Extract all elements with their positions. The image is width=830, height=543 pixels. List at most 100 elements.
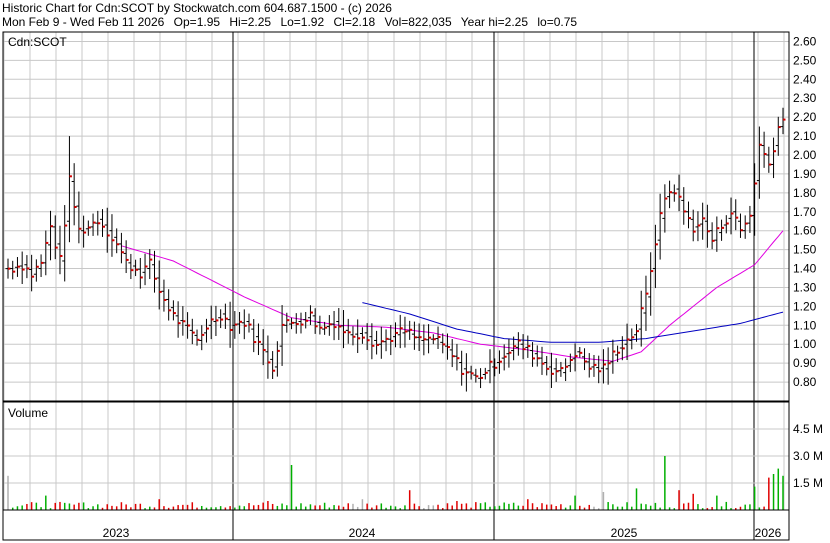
- ohlc-bar: [771, 137, 777, 179]
- ohlc-bar: [728, 197, 734, 235]
- ohlc-bar: [213, 305, 219, 337]
- ohlc-bar: [709, 222, 715, 250]
- ohlc-bar: [322, 321, 328, 335]
- ohlc-bar: [591, 354, 597, 377]
- ohlc-bar: [62, 205, 68, 282]
- ohlc-bar: [10, 260, 16, 280]
- ohlc-bar: [374, 330, 380, 355]
- ohlc-bar: [255, 323, 261, 356]
- ohlc-bar: [643, 275, 649, 331]
- volume-panel-label: Volume: [8, 406, 48, 420]
- price-tick-label: 1.40: [793, 262, 817, 276]
- ohlc-bar: [690, 209, 696, 242]
- ohlc-bar: [742, 215, 748, 239]
- ohlc-bar: [109, 214, 115, 257]
- price-tick-label: 1.00: [793, 337, 817, 351]
- ohlc-bar: [246, 313, 252, 333]
- price-grid: [3, 32, 789, 540]
- ohlc-bar: [166, 289, 172, 321]
- ohlc-bar: [402, 316, 408, 348]
- price-tick-label: 2.40: [793, 72, 817, 86]
- ohlc-bar: [270, 351, 276, 379]
- ohlc-bar: [76, 191, 82, 244]
- ohlc-bar: [336, 308, 342, 340]
- ohlc-bar: [48, 210, 54, 261]
- ohlc-bar: [482, 367, 488, 380]
- price-tick-label: 2.30: [793, 91, 817, 105]
- ohlc-bar: [298, 312, 304, 334]
- ohlc-bar: [780, 107, 786, 135]
- ohlc-bar: [350, 326, 356, 346]
- ohlc-bar: [435, 326, 441, 350]
- ohlc-bar: [737, 213, 743, 238]
- ohlc-bar: [189, 318, 195, 345]
- ohlc-bar: [170, 300, 176, 321]
- ohlc-bar: [586, 353, 592, 378]
- volume-tick-label: 4.5 M: [793, 422, 823, 436]
- ohlc-bar: [24, 255, 30, 279]
- price-tick-label: 2.50: [793, 53, 817, 67]
- price-tick-label: 2.60: [793, 34, 817, 48]
- ohlc-bar: [582, 348, 588, 371]
- ohlc-bar: [520, 334, 526, 360]
- ohlc-bar: [260, 329, 266, 366]
- ohlc-bar: [5, 258, 11, 279]
- ohlc-bar: [638, 290, 644, 347]
- ohlc-bar: [203, 318, 209, 343]
- price-tick-label: 1.50: [793, 243, 817, 257]
- ohlc-bar: [137, 257, 143, 289]
- ohlc-bar: [194, 329, 200, 346]
- ohlc-bar: [100, 209, 106, 237]
- ohlc-bar: [761, 131, 767, 168]
- ohlc-bar: [714, 216, 720, 252]
- ohlc-bar: [733, 199, 739, 231]
- price-volume-chart: 0.80 0.90 1.00 1.10 1.20 1.30 1.40 1.50 1.60 1.70…: [2, 31, 823, 541]
- ohlc-bar: [553, 358, 559, 382]
- ohlc-bar: [695, 211, 701, 242]
- ohlc-bar: [629, 328, 635, 350]
- ohlc-bar: [85, 220, 91, 236]
- ohlc-bar: [307, 305, 313, 326]
- price-tick-label: 1.30: [793, 280, 817, 294]
- ohlc-bar: [487, 349, 493, 384]
- ohlc-bar: [667, 180, 673, 209]
- ohlc-bar: [274, 341, 280, 377]
- ohlc-bar: [14, 257, 20, 277]
- year-label: 2025: [611, 526, 638, 540]
- ohlc-bar: [208, 305, 214, 340]
- ohlc-bar: [544, 355, 550, 376]
- ohlc-bar: [685, 201, 691, 229]
- ohlc-bar: [378, 326, 384, 359]
- ohlc-bar: [421, 324, 427, 356]
- ohlc-bar: [563, 358, 569, 382]
- ohlc-bar: [38, 254, 44, 278]
- ohlc-bar: [463, 353, 469, 392]
- price-tick-label: 1.60: [793, 224, 817, 238]
- price-tick-label: 0.90: [793, 356, 817, 370]
- ohlc-bar: [128, 253, 134, 280]
- ohlc-bar: [501, 344, 507, 371]
- ohlc-bar: [605, 347, 611, 385]
- ohlc-bar: [71, 163, 77, 226]
- ohlc-bar: [473, 368, 479, 383]
- ohlc-bar: [539, 346, 545, 375]
- ohlc-bar: [558, 361, 564, 377]
- ohlc-bar: [440, 333, 446, 354]
- volume-tick-label: 3.0 M: [793, 449, 823, 463]
- ohlc-bar: [227, 301, 233, 348]
- ohlc-bar: [241, 309, 247, 340]
- ohlc-bar: [468, 365, 474, 380]
- ohlc-bar: [388, 325, 394, 356]
- ohlc-bar: [383, 329, 389, 352]
- moving-average-long: [362, 302, 784, 343]
- year-label: 2023: [103, 526, 130, 540]
- price-tick-label: 1.80: [793, 186, 817, 200]
- ohlc-bar: [577, 346, 583, 358]
- price-tick-label: 2.00: [793, 148, 817, 162]
- ohlc-bar: [426, 324, 432, 354]
- ohlc-bar: [355, 319, 361, 354]
- ohlc-bar: [766, 146, 772, 173]
- price-panel-label: Cdn:SCOT: [8, 35, 67, 49]
- ohlc-bar: [624, 323, 630, 361]
- ohlc-bar: [478, 368, 484, 389]
